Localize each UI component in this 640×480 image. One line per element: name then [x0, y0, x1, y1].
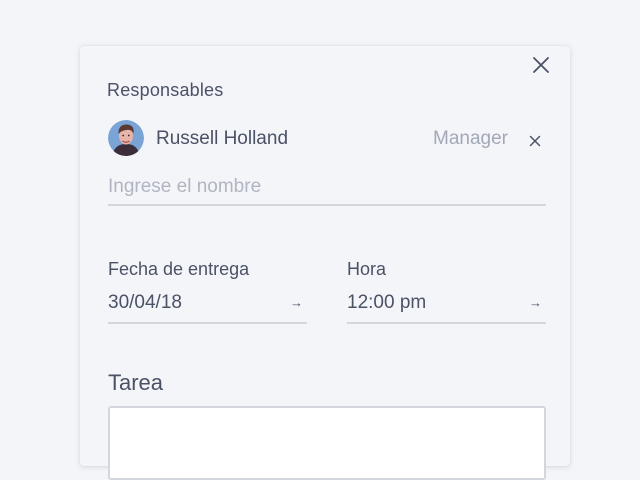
avatar-photo — [108, 120, 144, 156]
assignee-name: Russell Holland — [156, 128, 289, 149]
close-button[interactable] — [532, 56, 550, 74]
assignee-role: Manager — [433, 128, 508, 149]
arrow-right-icon: → — [529, 295, 542, 310]
hora-label: Hora — [347, 259, 387, 279]
arrow-right-icon: → — [290, 295, 303, 310]
tarea-label: Tarea — [108, 370, 164, 395]
responsables-label: Responsables — [107, 80, 224, 100]
task-dialog: Responsables Russell Holland Manager Fec… — [80, 46, 570, 480]
close-icon — [533, 57, 549, 73]
date-field[interactable]: 30/04/18 → — [108, 290, 307, 324]
remove-assignee-button[interactable] — [528, 134, 542, 148]
close-icon — [529, 135, 541, 147]
avatar — [108, 120, 144, 156]
task-textarea[interactable] — [108, 406, 546, 480]
fecha-label: Fecha de entrega — [108, 259, 250, 279]
assignee-name-input[interactable] — [108, 170, 546, 206]
time-field[interactable]: 12:00 pm → — [347, 290, 546, 324]
time-value: 12:00 pm — [347, 292, 427, 313]
date-value: 30/04/18 — [108, 292, 182, 313]
